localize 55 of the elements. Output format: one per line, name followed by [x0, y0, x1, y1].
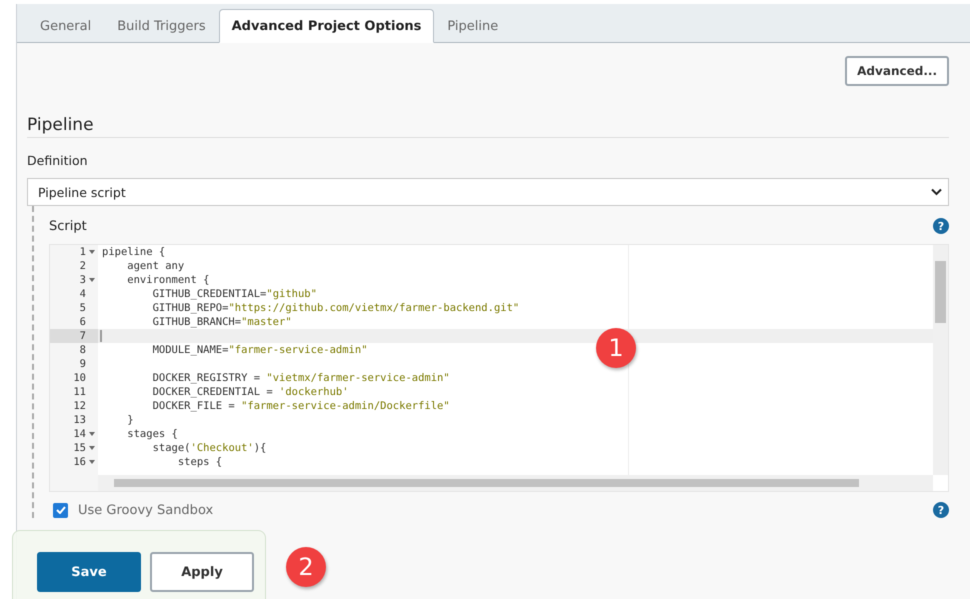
code-line: GITHUB_REPO="https://github.com/vietmx/farmer-backend.git" [152, 301, 520, 315]
config-tab[interactable]: Pipeline [434, 9, 512, 43]
definition-dropdown[interactable]: Pipeline script [27, 178, 949, 206]
checkbox-label: Use Groovy Sandbox [78, 502, 214, 518]
line-number: 13 [73, 413, 86, 427]
line-number: 15 [73, 441, 86, 455]
fold-arrow-icon[interactable] [89, 278, 95, 282]
code-line: GITHUB_CREDENTIAL="github" [152, 287, 317, 301]
line-number: 8 [80, 343, 86, 357]
code-line: MODULE_NAME="farmer-service-admin" [152, 343, 368, 357]
line-number: 4 [80, 287, 86, 301]
code-line: pipeline { [102, 245, 166, 259]
code-line: agent any [126, 259, 184, 273]
line-number: 12 [73, 399, 86, 413]
line-number: 14 [73, 427, 86, 441]
line-number: 5 [80, 301, 86, 315]
vertical-scrollbar[interactable] [933, 245, 948, 475]
definition-label: Definition [27, 153, 89, 168]
script-label: Script [49, 218, 87, 234]
line-number: 1 [80, 245, 86, 259]
line-number: 10 [73, 371, 86, 385]
code-line: DOCKER_REGISTRY = "vietmx/farmer-service-admin" [152, 371, 450, 385]
line-number: 6 [80, 315, 86, 329]
help-icon[interactable]: ? [933, 218, 949, 234]
code-line: steps { [176, 455, 222, 469]
code-editor[interactable] [49, 244, 949, 492]
chevron-down-icon [931, 188, 942, 196]
code-line: DOCKER_FILE = "farmer-service-admin/Dockerfile" [152, 399, 450, 413]
fold-arrow-icon[interactable] [89, 250, 95, 254]
fold-arrow-icon[interactable] [89, 446, 95, 450]
save-button[interactable]: Save [37, 552, 141, 592]
horizontal-scrollbar[interactable] [98, 475, 933, 491]
line-number: 11 [73, 385, 86, 399]
code-line: } [126, 413, 134, 427]
fold-arrow-icon[interactable] [89, 460, 95, 464]
code-line: stage('Checkout'){ [152, 441, 266, 455]
code-line: environment { [126, 273, 210, 287]
line-number: 16 [73, 455, 86, 469]
help-icon[interactable]: ? [933, 502, 949, 518]
line-number: 2 [80, 259, 86, 273]
checkbox[interactable] [53, 502, 68, 518]
config-tab[interactable]: General [27, 9, 104, 43]
line-number: 7 [80, 329, 86, 343]
config-tab[interactable]: Build Triggers [104, 9, 219, 43]
code-line: stages { [126, 427, 178, 441]
fold-arrow-icon[interactable] [89, 432, 95, 436]
section-title: Pipeline [27, 115, 949, 138]
text-cursor [100, 330, 102, 342]
apply-button[interactable]: Apply [150, 552, 254, 592]
line-number: 9 [80, 357, 86, 371]
advanced-button[interactable]: Advanced... [845, 56, 949, 86]
line-number: 3 [80, 273, 86, 287]
code-line: GITHUB_BRANCH="master" [152, 315, 292, 329]
code-line: DOCKER_CREDENTIAL = 'dockerhub' [152, 385, 349, 399]
config-tab[interactable]: Advanced Project Options [218, 9, 434, 43]
